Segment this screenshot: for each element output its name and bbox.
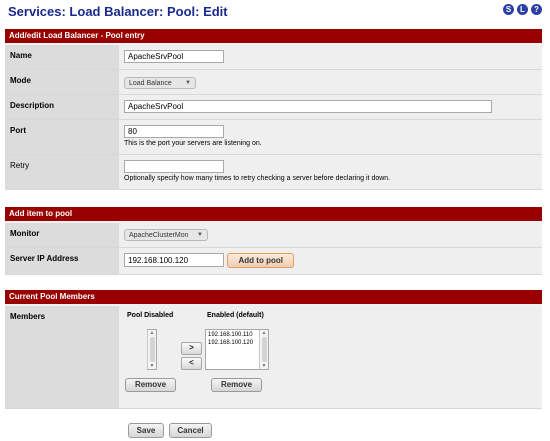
pool-enabled-title: Enabled (default) <box>207 312 264 319</box>
scrollbar-thumb[interactable] <box>261 337 267 362</box>
members-value-cell: Pool Disabled Enabled (default) ▲ ▼ 192.… <box>119 306 542 408</box>
save-button[interactable]: Save <box>128 423 164 438</box>
pool-disabled-title: Pool Disabled <box>127 312 174 319</box>
members-section: Current Pool Members Members Pool Disabl… <box>5 290 542 409</box>
remove-disabled-button[interactable]: Remove <box>125 378 176 392</box>
name-label: Name <box>5 45 119 69</box>
server-ip-value-cell: Add to pool <box>119 248 542 274</box>
scroll-up-icon: ▲ <box>149 330 155 336</box>
monitor-select[interactable]: ApacheClusterMon ▼ <box>124 229 208 241</box>
retry-hint: Optionally specify how many times to ret… <box>124 175 391 182</box>
members-heading: Current Pool Members <box>5 290 542 306</box>
members-row: Members Pool Disabled Enabled (default) … <box>5 306 542 409</box>
port-hint: This is the port your servers are listen… <box>124 140 262 147</box>
server-ip-row: Server IP Address Add to pool <box>5 248 542 275</box>
add-item-heading: Add item to pool <box>5 207 542 223</box>
mode-select[interactable]: Load Balance ▼ <box>124 77 196 89</box>
scrollbar[interactable]: ▲ ▼ <box>259 330 268 369</box>
page-title: Services: Load Balancer: Pool: Edit <box>8 4 228 19</box>
retry-row: Retry Optionally specify how many times … <box>5 155 542 190</box>
pool-disabled-list[interactable]: ▲ ▼ <box>147 329 157 370</box>
name-input[interactable] <box>124 50 224 63</box>
add-to-pool-button[interactable]: Add to pool <box>227 253 295 268</box>
port-value-cell: This is the port your servers are listen… <box>119 120 542 154</box>
port-row: Port This is the port your servers are l… <box>5 120 542 155</box>
scroll-up-icon: ▲ <box>261 330 267 336</box>
pool-entry-section: Add/edit Load Balancer - Pool entry Name… <box>5 29 542 190</box>
scrollbar-thumb[interactable] <box>149 337 155 362</box>
chevron-down-icon: ▼ <box>197 232 203 238</box>
retry-input[interactable] <box>124 160 224 173</box>
mode-row: Mode Load Balance ▼ <box>5 70 542 95</box>
help-icon[interactable]: ? <box>531 4 542 15</box>
scrollbar[interactable]: ▲ ▼ <box>147 330 156 369</box>
monitor-label: Monitor <box>5 223 119 247</box>
description-input[interactable] <box>124 100 492 113</box>
move-left-button[interactable]: < <box>181 357 202 370</box>
pool-enabled-list[interactable]: 192.168.100.110 192.168.100.120 ▲ ▼ <box>205 329 269 370</box>
port-label: Port <box>5 120 119 154</box>
retry-label: Retry <box>5 155 119 189</box>
monitor-row: Monitor ApacheClusterMon ▼ <box>5 223 542 248</box>
name-row: Name <box>5 45 542 70</box>
log-icon[interactable]: L <box>517 4 528 15</box>
mode-value-cell: Load Balance ▼ <box>119 70 542 94</box>
mode-label: Mode <box>5 70 119 94</box>
status-icon[interactable]: S <box>503 4 514 15</box>
chevron-down-icon: ▼ <box>185 80 191 86</box>
remove-enabled-button[interactable]: Remove <box>211 378 262 392</box>
server-ip-input[interactable] <box>124 253 224 267</box>
pool-entry-heading: Add/edit Load Balancer - Pool entry <box>5 29 542 45</box>
description-label: Description <box>5 95 119 119</box>
server-ip-label: Server IP Address <box>5 248 119 274</box>
description-row: Description <box>5 95 542 120</box>
monitor-select-value: ApacheClusterMon <box>129 231 189 239</box>
retry-value-cell: Optionally specify how many times to ret… <box>119 155 542 189</box>
members-label: Members <box>5 306 119 408</box>
port-input[interactable] <box>124 125 224 138</box>
top-icons: S L ? <box>503 4 542 15</box>
mode-select-value: Load Balance <box>129 79 172 87</box>
cancel-button[interactable]: Cancel <box>169 423 212 438</box>
add-item-section: Add item to pool Monitor ApacheClusterMo… <box>5 207 542 275</box>
scroll-down-icon: ▼ <box>149 363 155 369</box>
monitor-value-cell: ApacheClusterMon ▼ <box>119 223 542 247</box>
description-value-cell <box>119 95 542 119</box>
name-value-cell <box>119 45 542 69</box>
move-right-button[interactable]: > <box>181 342 202 355</box>
scroll-down-icon: ▼ <box>261 363 267 369</box>
